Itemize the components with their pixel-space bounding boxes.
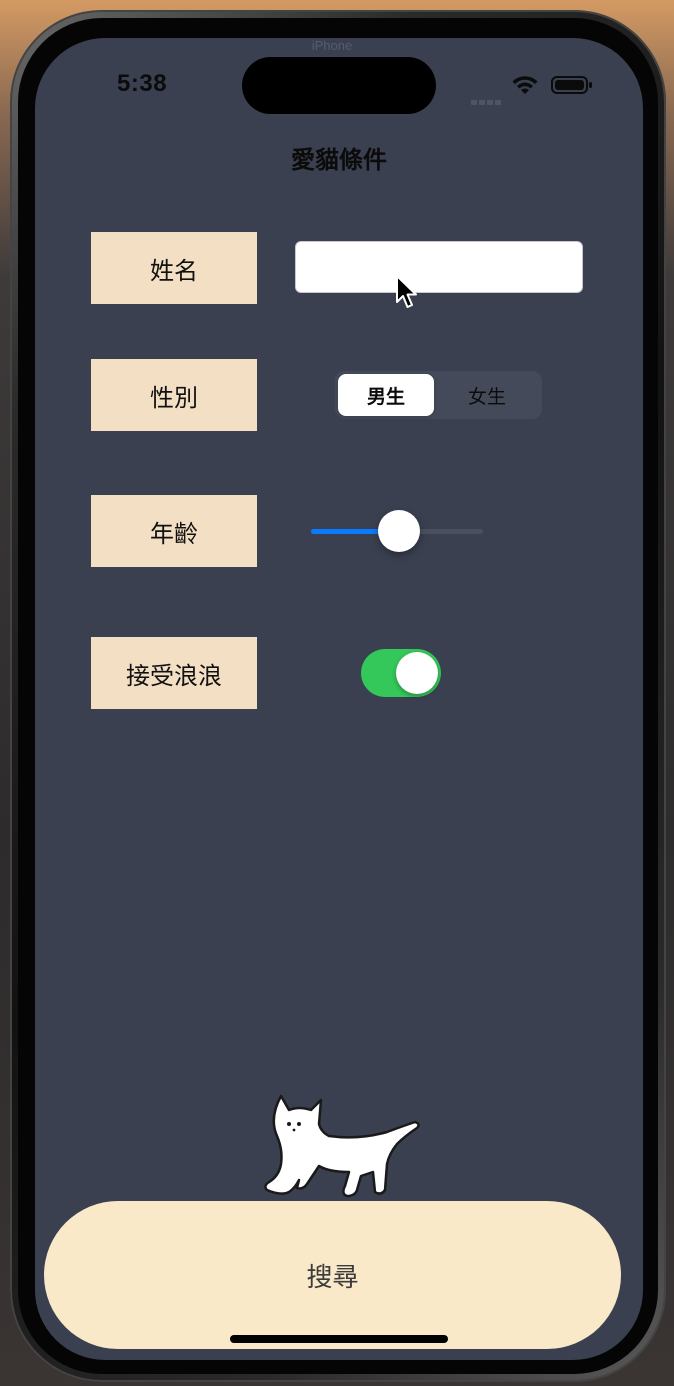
dynamic-island (242, 57, 436, 114)
gender-label: 性別 (91, 359, 257, 431)
battery-icon (551, 76, 592, 94)
wifi-icon (512, 76, 538, 94)
segment-male[interactable]: 男生 (338, 374, 434, 416)
stray-label-text: 接受浪浪 (126, 661, 222, 690)
age-slider[interactable] (311, 510, 483, 554)
app-screen: 5:38 iPhone 愛貓條件 姓名 性別 男生 女生 年齡 接受浪浪 搜尋 (35, 38, 643, 1360)
status-time: 5:38 (117, 70, 168, 97)
search-button-label: 搜尋 (306, 1262, 359, 1293)
name-input[interactable] (295, 241, 583, 293)
dynamic-island-label: iPhone (311, 38, 353, 53)
home-indicator[interactable] (230, 1335, 448, 1343)
segment-female[interactable]: 女生 (439, 374, 535, 416)
page-title: 愛貓條件 (291, 146, 387, 174)
stray-toggle[interactable] (361, 649, 441, 697)
cat-illustration (264, 1094, 420, 1198)
name-label: 姓名 (91, 232, 257, 304)
cellular-signal-icon (471, 90, 507, 105)
toggle-knob (396, 652, 438, 694)
gender-label-text: 性別 (150, 383, 198, 412)
stray-label: 接受浪浪 (91, 637, 257, 709)
age-label: 年齡 (91, 495, 257, 567)
age-label-text: 年齡 (150, 519, 198, 548)
name-label-text: 姓名 (150, 256, 198, 285)
gender-segmented-control: 男生 女生 (335, 371, 542, 419)
search-button[interactable]: 搜尋 (44, 1201, 621, 1349)
slider-thumb[interactable] (377, 510, 420, 552)
